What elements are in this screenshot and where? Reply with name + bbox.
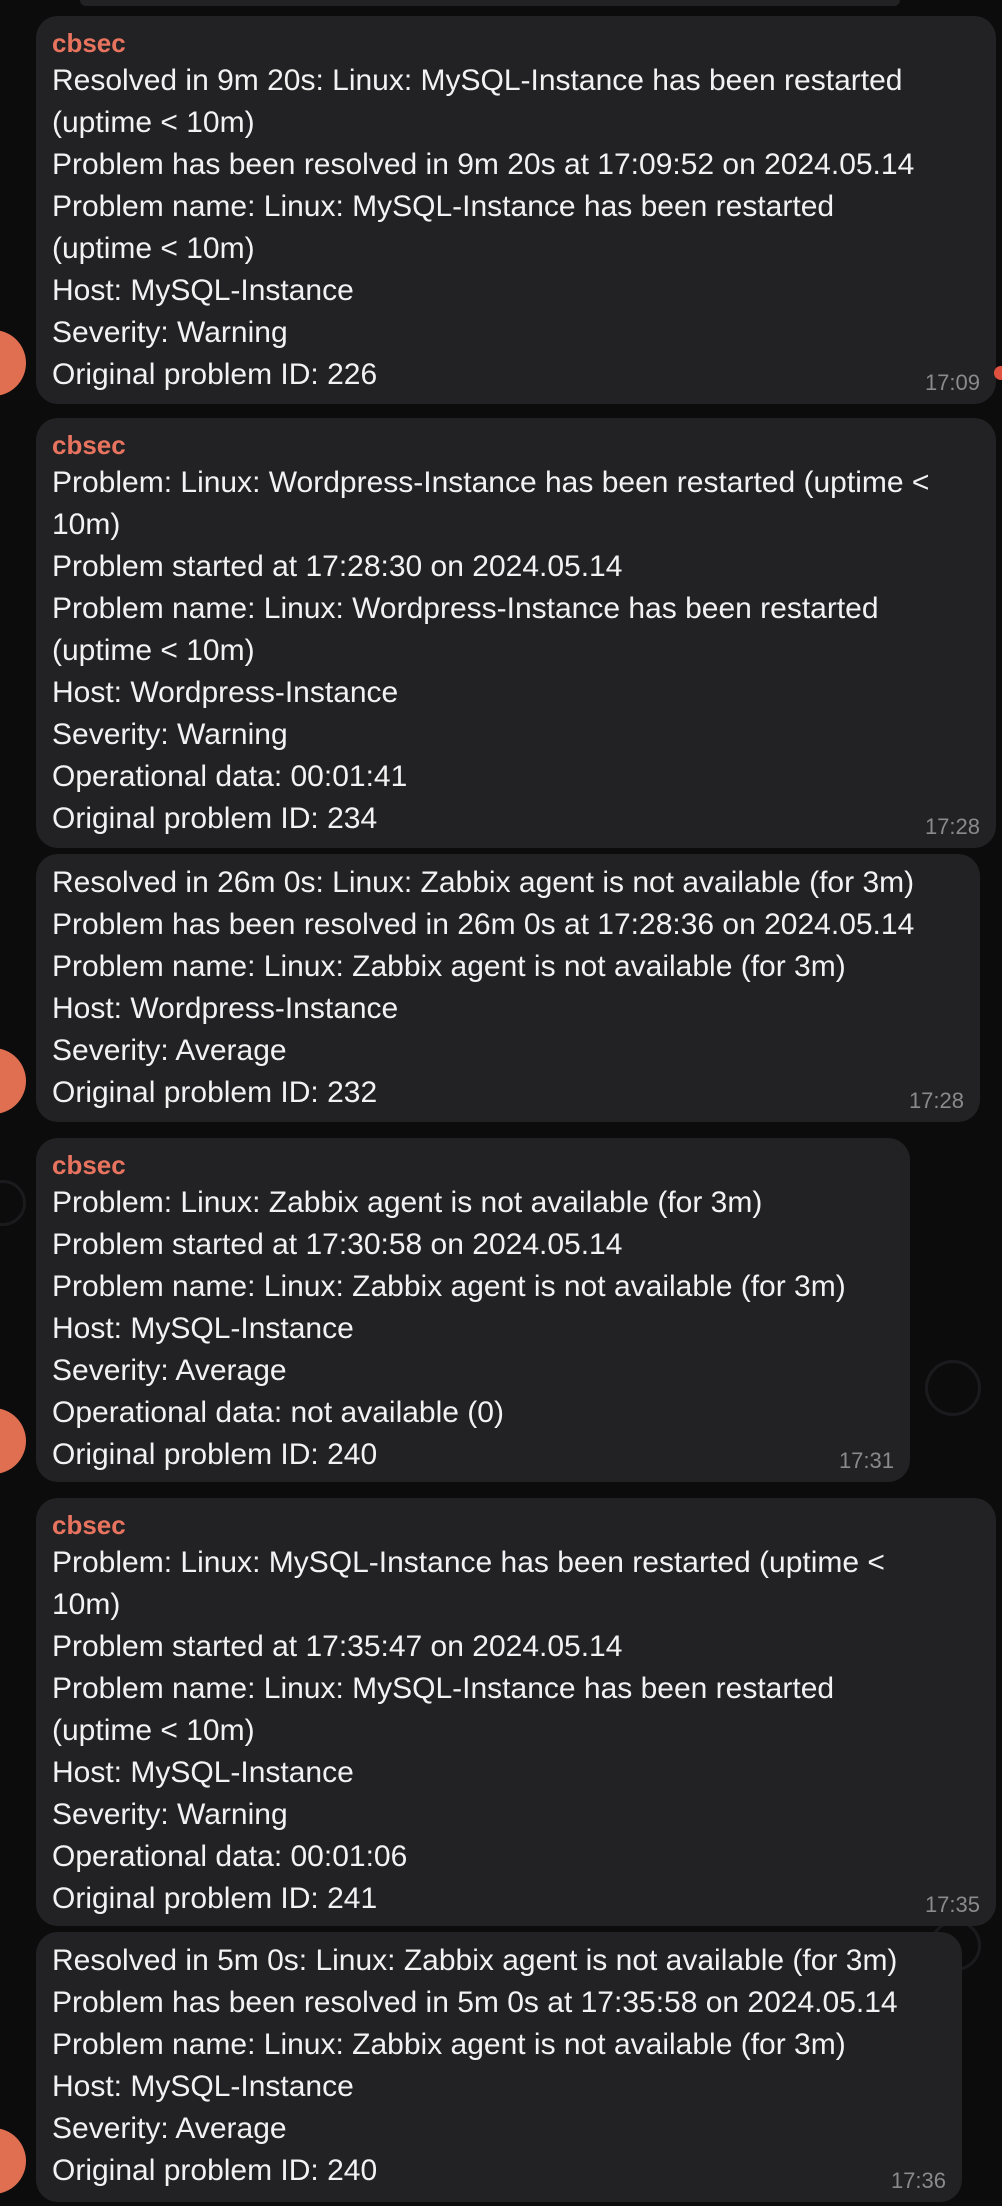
message-line: (uptime < 10m) [52,106,255,139]
message-line: Problem name: Linux: Zabbix agent is not… [52,1270,846,1303]
message-line: Host: Wordpress-Instance [52,676,399,709]
message-timestamp: 17:28 [908,1088,964,1113]
message-timestamp: 17:09 [924,370,980,395]
message-line: (uptime < 10m) [52,232,255,265]
message-line: Severity: Warning [52,1798,288,1831]
message-line: Problem name: Linux: Zabbix agent is not… [52,950,846,983]
message-line: Original problem ID: 240 [52,2154,378,2187]
message-bubble[interactable]: cbsec Problem: Linux: Zabbix agent is no… [36,1138,910,1482]
message-bubble[interactable]: cbsec Resolved in 9m 20s: Linux: MySQL-I… [36,16,996,404]
message-line: Problem started at 17:28:30 on 2024.05.1… [52,550,623,583]
sender-name[interactable]: cbsec [52,1508,126,1542]
unread-indicator-dot [994,366,1002,380]
message-line: Problem name: Linux: Wordpress-Instance … [52,592,879,625]
message-line: Problem: Linux: Zabbix agent is not avai… [52,1186,763,1219]
message-line: Problem name: Linux: MySQL-Instance has … [52,1672,835,1705]
message-timestamp: 17:31 [838,1448,894,1473]
message-line: Resolved in 26m 0s: Linux: Zabbix agent … [52,866,915,899]
sender-name[interactable]: cbsec [52,1148,126,1182]
message-line: Problem has been resolved in 5m 0s at 17… [52,1986,898,2019]
message-timestamp: 17:36 [890,2168,946,2193]
previous-message-edge [80,0,900,6]
message-line: 10m) [52,1588,121,1621]
message-line: Severity: Warning [52,316,288,349]
message-bubble[interactable]: cbsec Problem: Linux: MySQL-Instance has… [36,1498,996,1926]
message-line: (uptime < 10m) [52,634,255,667]
message-line: Severity: Warning [52,718,288,751]
message-line: Operational data: 00:01:06 [52,1840,408,1873]
message-line: Severity: Average [52,1354,287,1387]
message-bubble[interactable]: Resolved in 26m 0s: Linux: Zabbix agent … [36,854,980,1122]
message-line: 10m) [52,508,121,541]
message-timestamp: 17:35 [924,1892,980,1917]
message-line: Original problem ID: 234 [52,802,378,835]
message-line: Original problem ID: 226 [52,358,378,391]
background-doodle [925,1360,981,1416]
message-line: Problem: Linux: Wordpress-Instance has b… [52,466,930,499]
message-line: Problem name: Linux: MySQL-Instance has … [52,190,835,223]
message-line: Problem started at 17:35:47 on 2024.05.1… [52,1630,623,1663]
message-line: (uptime < 10m) [52,1714,255,1747]
message-line: Original problem ID: 241 [52,1882,378,1915]
message-line: Severity: Average [52,1034,287,1067]
background-doodle [0,1180,26,1226]
message-bubble[interactable]: cbsec Problem: Linux: Wordpress-Instance… [36,418,996,848]
message-line: Problem name: Linux: Zabbix agent is not… [52,2028,846,2061]
message-line: Problem started at 17:30:58 on 2024.05.1… [52,1228,623,1261]
message-line: Problem has been resolved in 26m 0s at 1… [52,908,915,941]
message-line: Severity: Average [52,2112,287,2145]
message-line: Original problem ID: 232 [52,1076,378,1109]
message-line: Operational data: 00:01:41 [52,760,408,793]
message-line: Host: MySQL-Instance [52,1756,354,1789]
message-line: Problem has been resolved in 9m 20s at 1… [52,148,915,181]
message-line: Host: MySQL-Instance [52,1312,354,1345]
message-line: Operational data: not available (0) [52,1396,504,1429]
message-line: Host: MySQL-Instance [52,274,354,307]
message-line: Resolved in 9m 20s: Linux: MySQL-Instanc… [52,64,903,97]
message-line: Problem: Linux: MySQL-Instance has been … [52,1546,885,1579]
sender-name[interactable]: cbsec [52,428,126,462]
message-line: Host: MySQL-Instance [52,2070,354,2103]
message-line: Original problem ID: 240 [52,1438,378,1471]
message-line: Host: Wordpress-Instance [52,992,399,1025]
message-line: Resolved in 5m 0s: Linux: Zabbix agent i… [52,1944,898,1977]
message-timestamp: 17:28 [924,814,980,839]
sender-name[interactable]: cbsec [52,26,126,60]
message-bubble[interactable]: Resolved in 5m 0s: Linux: Zabbix agent i… [36,1932,962,2202]
